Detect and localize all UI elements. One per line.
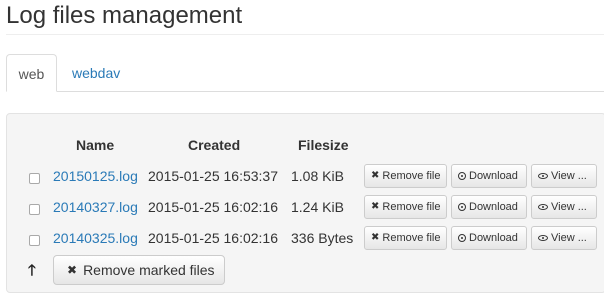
- arrow-up-icon: 🡑: [28, 262, 36, 279]
- table-row: 20150125.log 2015-01-25 16:53:37 1.08 Ki…: [0, 160, 604, 191]
- download-button[interactable]: Download: [451, 164, 527, 188]
- column-header-created: Created: [188, 137, 241, 153]
- table-row: 20140327.log 2015-01-25 16:02:16 1.24 Ki…: [0, 191, 604, 222]
- times-icon: ✖: [371, 201, 380, 212]
- row-select-checkbox[interactable]: [29, 235, 40, 246]
- page-title: Log files management: [6, 2, 243, 29]
- download-icon: [458, 203, 466, 211]
- table-row: 20140325.log 2015-01-25 16:02:16 336 Byt…: [0, 222, 604, 253]
- row-select-checkbox[interactable]: [29, 173, 40, 184]
- download-button[interactable]: Download: [451, 226, 527, 250]
- filesize-value: 336 Bytes: [291, 230, 354, 246]
- times-icon: ✖: [67, 263, 78, 277]
- times-icon: ✖: [371, 232, 380, 243]
- remove-file-button[interactable]: ✖ Remove file: [364, 195, 447, 219]
- created-value: 2015-01-25 16:53:37: [148, 168, 278, 184]
- view-button[interactable]: View ...: [531, 164, 597, 188]
- eye-icon: [538, 204, 548, 210]
- download-icon: [458, 172, 466, 180]
- filesize-value: 1.08 KiB: [291, 168, 344, 184]
- created-value: 2015-01-25 16:02:16: [148, 230, 278, 246]
- title-divider: [6, 34, 604, 35]
- log-file-link[interactable]: 20150125.log: [53, 167, 138, 185]
- times-icon: ✖: [371, 170, 380, 181]
- remove-marked-files-button[interactable]: ✖ Remove marked files: [53, 255, 225, 285]
- log-file-link[interactable]: 20140325.log: [53, 229, 138, 247]
- eye-icon: [538, 235, 548, 241]
- view-button[interactable]: View ...: [531, 195, 597, 219]
- filesize-value: 1.24 KiB: [291, 199, 344, 215]
- created-value: 2015-01-25 16:02:16: [148, 199, 278, 215]
- log-file-link[interactable]: 20140327.log: [53, 198, 138, 216]
- download-button[interactable]: Download: [451, 195, 527, 219]
- eye-icon: [538, 173, 548, 179]
- view-button[interactable]: View ...: [531, 226, 597, 250]
- remove-file-button[interactable]: ✖ Remove file: [364, 164, 447, 188]
- download-icon: [458, 234, 466, 242]
- tab-webdav[interactable]: webdav: [72, 54, 120, 92]
- tab-web[interactable]: web: [6, 54, 57, 92]
- column-header-name: Name: [76, 137, 115, 153]
- row-select-checkbox[interactable]: [29, 204, 40, 215]
- column-header-filesize: Filesize: [298, 137, 349, 153]
- remove-file-button[interactable]: ✖ Remove file: [364, 226, 447, 250]
